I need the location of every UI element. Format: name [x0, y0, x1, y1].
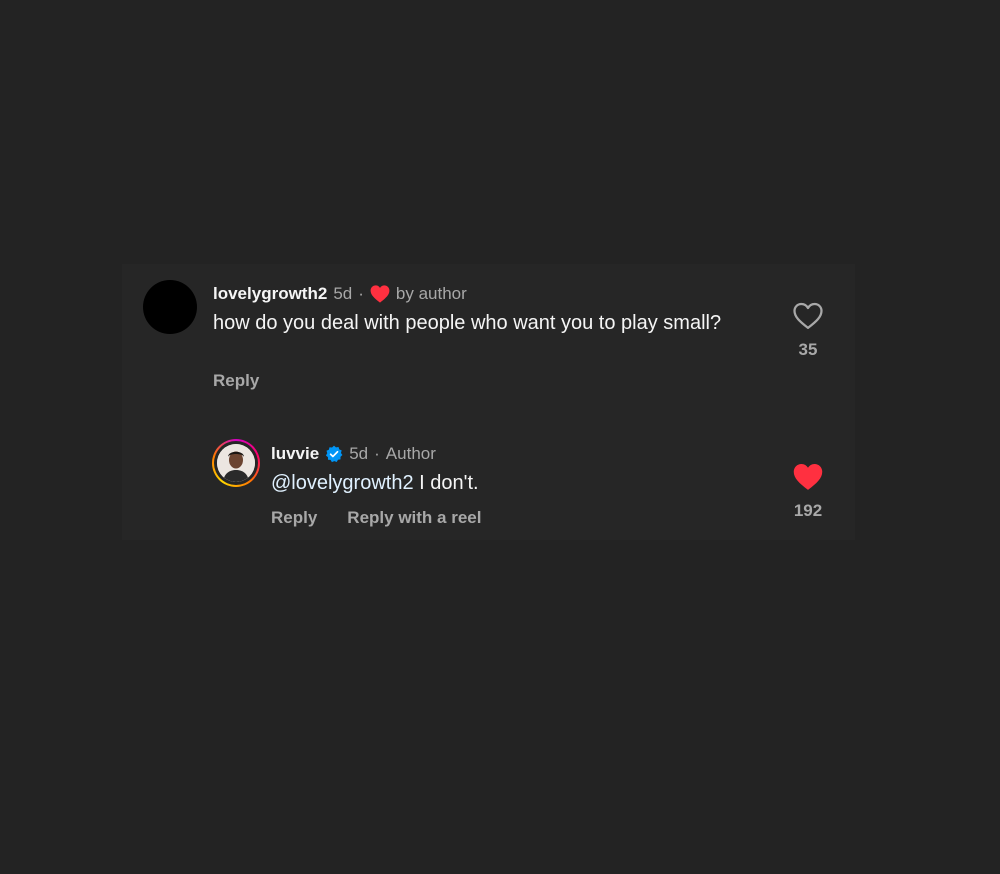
reply-with-reel-button[interactable]: Reply with a reel	[347, 508, 481, 528]
reply-body: I don't.	[413, 472, 479, 494]
comment-time: 5d	[333, 284, 353, 303]
heart-outline-icon[interactable]	[793, 302, 823, 330]
author-label: Author	[385, 444, 436, 463]
reply-item: luvvie 5d · Author @lovelygrowth2 I don'…	[122, 436, 855, 540]
separator-dot: ·	[358, 284, 364, 303]
separator-dot: ·	[374, 444, 380, 463]
verified-badge-icon	[326, 445, 343, 463]
liked-by-author-label: by author	[395, 284, 467, 303]
avatar[interactable]	[143, 280, 197, 334]
reply-time: 5d	[349, 444, 369, 463]
reply-meta: luvvie 5d · Author	[271, 444, 436, 464]
comment-text: how do you deal with people who want you…	[213, 312, 722, 334]
heart-filled-icon[interactable]	[793, 463, 823, 491]
comment-like-column: 35	[784, 302, 832, 360]
avatar	[217, 444, 255, 482]
reply-like-column: 192	[784, 463, 832, 521]
profile-photo-icon	[217, 444, 255, 482]
reply-text: @lovelygrowth2 I don't.	[271, 471, 751, 495]
comments-panel: lovelygrowth2 5d · by author how do you …	[122, 264, 855, 540]
avatar-with-story-ring[interactable]	[212, 439, 260, 487]
reply-actions: Reply Reply with a reel	[271, 508, 511, 528]
comment-item: lovelygrowth2 5d · by author how do you …	[122, 264, 855, 404]
reply-button[interactable]: Reply	[213, 371, 259, 391]
mention-link[interactable]: @lovelygrowth2	[271, 472, 414, 494]
comment-actions: Reply	[213, 371, 289, 391]
avatar-ring-gap	[214, 441, 258, 485]
reply-username[interactable]: luvvie	[271, 444, 319, 464]
reply-button[interactable]: Reply	[271, 508, 317, 528]
comment-username[interactable]: lovelygrowth2	[213, 284, 327, 304]
like-count: 192	[793, 501, 823, 520]
like-count: 35	[798, 340, 818, 359]
liked-by-author-heart-icon	[370, 285, 390, 303]
comment-meta: lovelygrowth2 5d · by author	[213, 284, 467, 304]
